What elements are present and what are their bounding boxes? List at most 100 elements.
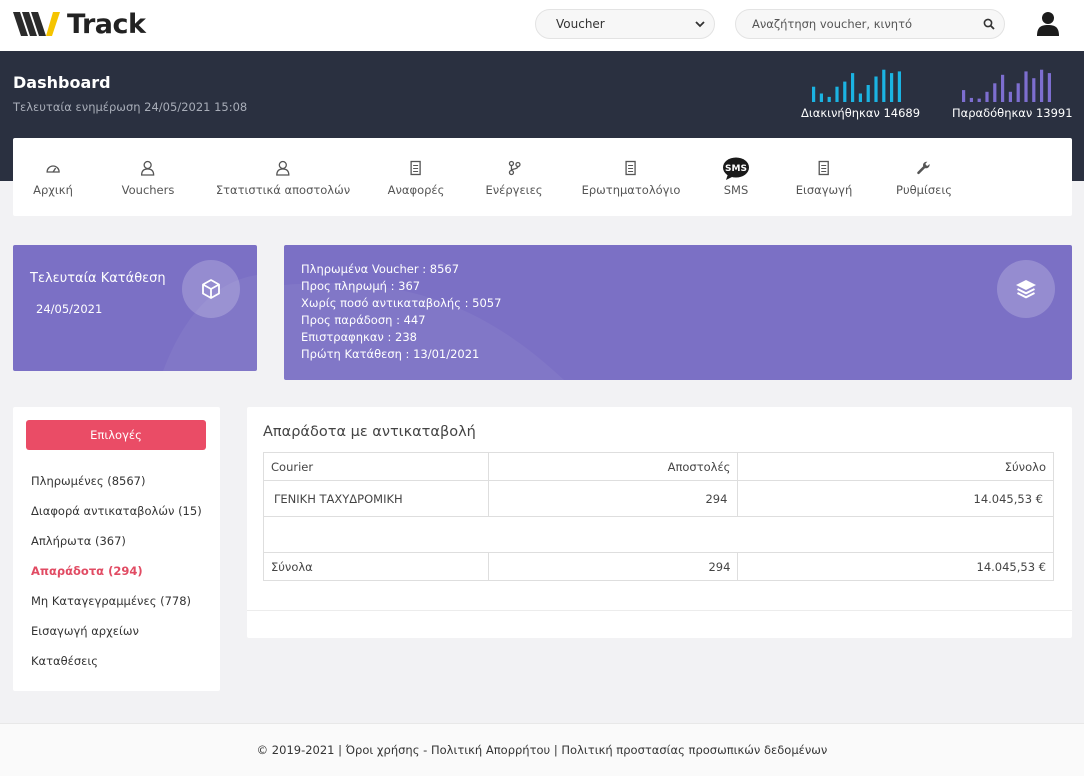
options-panel: Επιλογές Πληρωμένες (8567) Διαφορά αντικ… bbox=[13, 407, 220, 691]
totals-shipments: 294 bbox=[487, 552, 739, 581]
delivered-sparkline bbox=[962, 69, 1051, 102]
data-protection-link[interactable]: Πολιτική προστασίας προσωπικών δεδομένων bbox=[561, 743, 827, 757]
nav-vouchers[interactable]: Vouchers bbox=[121, 160, 175, 197]
table-row: ΓΕΝΙΚΗ ΤΑΧΥΔΡΟΜΙΚΗ 294 14.045,53 € bbox=[263, 480, 1054, 517]
nav-reports[interactable]: Αναφορές bbox=[387, 160, 445, 197]
footer-dash: - bbox=[419, 743, 431, 757]
cell-shipments: 294 bbox=[487, 480, 739, 517]
nav-home[interactable]: Αρχική bbox=[33, 160, 73, 197]
nav-import[interactable]: Εισαγωγή bbox=[796, 160, 852, 197]
nav-questionnaire-label: Ερωτηματολόγιο bbox=[581, 183, 681, 197]
logo[interactable]: Track bbox=[13, 9, 146, 40]
sparkline-bar bbox=[835, 86, 839, 102]
sparkline-bar bbox=[1024, 71, 1028, 102]
nav-home-label: Αρχική bbox=[33, 183, 73, 197]
sparkline-bar bbox=[969, 97, 973, 102]
voucher-type-select[interactable]: Voucher bbox=[535, 9, 715, 39]
footer-separator: | bbox=[550, 743, 562, 757]
chevron-down-icon bbox=[695, 21, 705, 28]
option-cod-difference[interactable]: Διαφορά αντικαταβολών (15) bbox=[31, 504, 202, 518]
last-deposit-title: Τελευταία Κατάθεση bbox=[30, 271, 166, 286]
search-input[interactable]: Αναζήτηση voucher, κινητό bbox=[735, 9, 1005, 39]
receipt-icon bbox=[818, 160, 830, 176]
delivered-summary: Παραδόθηκαν 13991 bbox=[952, 106, 1073, 120]
svg-text:SMS: SMS bbox=[725, 164, 747, 174]
receipt-icon bbox=[410, 160, 422, 176]
user-account-icon[interactable] bbox=[1036, 11, 1060, 37]
sparkline-bar bbox=[1001, 74, 1005, 102]
nav-actions-label: Ενέργειες bbox=[485, 183, 543, 197]
terms-link[interactable]: Όροι χρήσης bbox=[346, 743, 420, 757]
moved-value: 14689 bbox=[883, 106, 921, 120]
last-deposit-date: 24/05/2021 bbox=[36, 302, 103, 316]
delivered-value: 13991 bbox=[1035, 106, 1073, 120]
voucher-select-value: Voucher bbox=[556, 17, 605, 31]
cell-total: 14.045,53 € bbox=[737, 480, 1054, 517]
nav-shipment-stats-label: Στατιστικά αποστολών bbox=[215, 183, 351, 197]
cube-icon bbox=[202, 279, 220, 299]
sparkline-bar bbox=[812, 86, 816, 102]
option-unregistered[interactable]: Μη Καταγεγραμμένες (778) bbox=[31, 594, 191, 608]
nav-reports-label: Αναφορές bbox=[387, 183, 445, 197]
nav-settings[interactable]: Ρυθμίσεις bbox=[896, 160, 952, 197]
option-undelivered[interactable]: Απαράδοτα (294) bbox=[31, 564, 143, 578]
sparkline-bar bbox=[874, 76, 878, 102]
nav-sms[interactable]: SMS SMS bbox=[722, 157, 750, 197]
empty-cell bbox=[263, 516, 1054, 553]
logo-mark-icon bbox=[13, 12, 60, 36]
options-button[interactable]: Επιλογές bbox=[26, 420, 206, 450]
header-courier: Courier bbox=[263, 452, 489, 481]
user-icon bbox=[276, 160, 290, 176]
sparkline-bar bbox=[1008, 91, 1012, 102]
option-deposits[interactable]: Καταθέσεις bbox=[31, 654, 98, 668]
wrench-icon bbox=[917, 161, 931, 175]
voucher-stats-list: Πληρωμένα Voucher : 8567 Προς πληρωμή : … bbox=[301, 261, 501, 363]
table-title: Απαράδοτα με αντικαταβολή bbox=[263, 424, 476, 440]
nav-settings-label: Ρυθμίσεις bbox=[896, 183, 952, 197]
branch-icon bbox=[508, 160, 521, 176]
nav-actions[interactable]: Ενέργειες bbox=[485, 160, 543, 197]
stat-line: Προς πληρωμή : 367 bbox=[301, 279, 421, 293]
user-icon bbox=[141, 160, 155, 176]
privacy-link[interactable]: Πολιτική Απορρήτου bbox=[431, 743, 550, 757]
receipt-icon bbox=[625, 160, 637, 176]
sparkline-bar bbox=[897, 71, 901, 102]
undelivered-table: Courier Αποστολές Σύνολο ΓΕΝΙΚΗ ΤΑΧΥΔΡΟΜ… bbox=[263, 452, 1054, 581]
option-unpaid[interactable]: Απλήρωτα (367) bbox=[31, 534, 126, 548]
nav-shipment-stats[interactable]: Στατιστικά αποστολών bbox=[216, 160, 350, 197]
search-icon[interactable] bbox=[983, 18, 995, 30]
sparkline-bar bbox=[993, 83, 997, 102]
sparkline-bar bbox=[977, 98, 981, 102]
sparkline-bar bbox=[962, 90, 966, 102]
header-total: Σύνολο bbox=[737, 452, 1054, 481]
header-shipments: Αποστολές bbox=[487, 452, 739, 481]
sparkline-bar bbox=[827, 96, 831, 102]
sparkline-bar bbox=[1016, 83, 1020, 102]
option-paid[interactable]: Πληρωμένες (8567) bbox=[31, 474, 146, 488]
main-nav: Αρχική Vouchers Στατιστικά αποστολών Ανα… bbox=[13, 138, 1072, 216]
sparkline-bar bbox=[819, 93, 823, 102]
sms-icon: SMS bbox=[723, 157, 749, 180]
nav-questionnaire[interactable]: Ερωτηματολόγιο bbox=[581, 160, 681, 197]
stat-line: Προς παράδοση : 447 bbox=[301, 313, 426, 327]
nav-vouchers-label: Vouchers bbox=[121, 183, 175, 197]
option-file-import[interactable]: Εισαγωγή αρχείων bbox=[31, 624, 139, 638]
sparkline-bar bbox=[985, 91, 989, 102]
sparkline-bar bbox=[866, 85, 870, 102]
sparkline-bar bbox=[1047, 73, 1051, 102]
totals-label: Σύνολα bbox=[263, 552, 489, 581]
stat-line: Πρώτη Κατάθεση : 13/01/2021 bbox=[301, 347, 480, 361]
page-title: Dashboard bbox=[13, 73, 111, 92]
cell-courier: ΓΕΝΙΚΗ ΤΑΧΥΔΡΟΜΙΚΗ bbox=[263, 480, 489, 517]
cube-icon-badge bbox=[182, 260, 240, 318]
nav-sms-label: SMS bbox=[723, 183, 749, 197]
footer: © 2019-2021 | Όροι χρήσης - Πολιτική Απο… bbox=[0, 723, 1084, 776]
last-deposit-card: Τελευταία Κατάθεση 24/05/2021 bbox=[13, 245, 257, 371]
sparkline-bar bbox=[882, 69, 886, 102]
voucher-stats-card: Πληρωμένα Voucher : 8567 Προς πληρωμή : … bbox=[284, 245, 1072, 380]
sparkline-bar bbox=[858, 93, 862, 102]
stat-line: Πληρωμένα Voucher : 8567 bbox=[301, 262, 460, 276]
moved-summary: Διακινήθηκαν 14689 bbox=[801, 106, 920, 120]
layers-icon bbox=[1016, 280, 1036, 299]
card-divider bbox=[247, 610, 1072, 611]
